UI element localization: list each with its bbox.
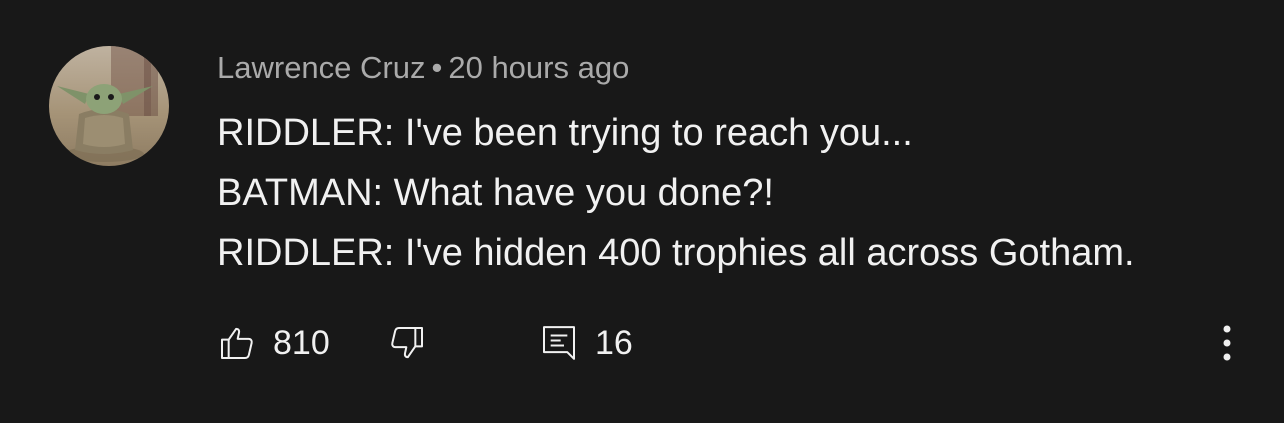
comment-meta: Lawrence Cruz • 20 hours ago — [217, 48, 629, 88]
like-button[interactable]: 810 — [217, 320, 330, 366]
comment-actions: 810 16 — [217, 320, 1257, 366]
comment-line: BATMAN: What have you done?! — [217, 172, 774, 214]
thumbs-up-icon — [221, 327, 253, 359]
comment-timestamp[interactable]: 20 hours ago — [448, 50, 629, 85]
more-vertical-icon — [1223, 325, 1231, 361]
thumbs-down-icon — [391, 327, 423, 359]
dislike-button[interactable] — [387, 320, 427, 366]
author-name[interactable]: Lawrence Cruz — [217, 50, 425, 85]
comment-line: RIDDLER: I've hidden 400 trophies all ac… — [217, 232, 1135, 274]
comment-icon — [543, 326, 575, 360]
like-count: 810 — [273, 323, 330, 362]
replies-button[interactable]: 16 — [539, 320, 633, 366]
comment-line: RIDDLER: I've been trying to reach you..… — [217, 112, 913, 154]
comment-text: RIDDLER: I've been trying to reach you..… — [217, 103, 1135, 283]
more-options-button[interactable] — [1212, 320, 1242, 366]
avatar[interactable] — [49, 46, 169, 166]
meta-separator: • — [431, 50, 443, 85]
reply-count: 16 — [595, 323, 633, 362]
avatar-image — [49, 46, 169, 166]
